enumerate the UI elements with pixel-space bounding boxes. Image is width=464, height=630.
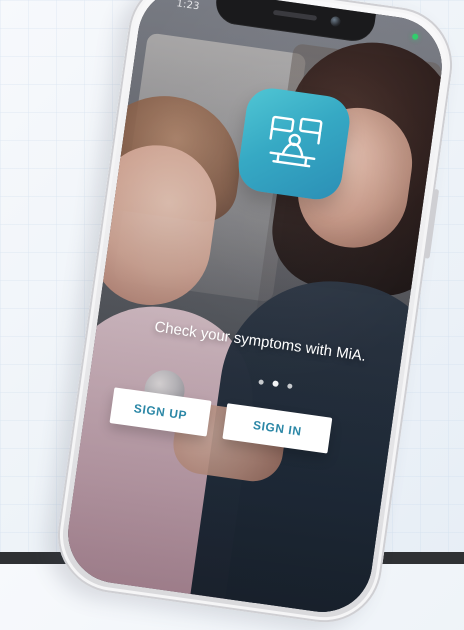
photo-shade-overlay xyxy=(61,0,449,619)
phone-wrapper: 1:23 Check your symptoms with MiA. SIGN … xyxy=(0,0,464,630)
phone-screen: 1:23 Check your symptoms with MiA. SIGN … xyxy=(61,0,449,619)
clinic-desk-icon xyxy=(269,115,323,168)
phone-device: 1:23 Check your symptoms with MiA. SIGN … xyxy=(50,0,460,630)
app-icon xyxy=(235,85,353,203)
pager-dot xyxy=(258,378,265,385)
side-button xyxy=(424,188,440,259)
pager-dot xyxy=(287,382,293,389)
pager-dot-active xyxy=(272,380,279,388)
